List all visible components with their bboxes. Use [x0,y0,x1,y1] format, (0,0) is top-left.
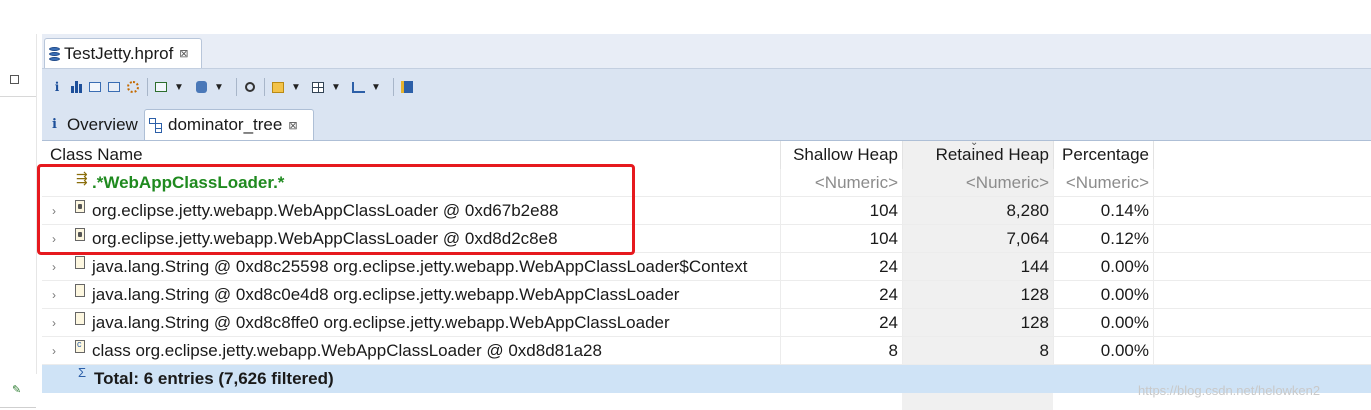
compare-icon[interactable] [400,78,414,96]
expand-chevron-icon[interactable]: › [52,316,56,330]
inner-tab-bar: i Overview dominator_tree ⊠ [42,106,1371,141]
object-icon [75,284,85,297]
percentage-cell: 0.00% [1053,309,1154,336]
retained-heap-cell: 128 [902,309,1053,336]
table-row[interactable]: › java.lang.String @ 0xd8c0e4d8 org.ecli… [42,281,1371,309]
table-row[interactable]: › java.lang.String @ 0xd8c8ffe0 org.ecli… [42,309,1371,337]
percentage-cell: 0.00% [1053,281,1154,308]
left-gutter: ✎ [0,34,37,408]
close-tab-icon[interactable]: ⊠ [179,47,188,60]
class-name-cell: java.lang.String @ 0xd8c0e4d8 org.eclips… [92,284,680,304]
object-icon [75,256,85,269]
dominator-tree-table: Class Name Shallow Heap Retained Heap Pe… [42,137,1371,410]
shallow-heap-cell: 24 [780,281,902,308]
shallow-heap-filter[interactable]: <Numeric> [780,169,902,196]
toolbar: i ▼ ▼ ▼ ▼ ▼ [42,69,1371,105]
calculate-retained-icon[interactable] [311,78,325,96]
sort-descending-icon: ⌄ [970,137,979,148]
gutter-divider [0,96,36,97]
chevron-down-icon[interactable]: ▼ [173,78,185,96]
percentage-cell: 0.00% [1053,337,1154,364]
column-header-percentage[interactable]: Percentage [1053,141,1154,169]
class-name-filter[interactable]: .*WebAppClassLoader.* [92,173,284,193]
table-header: Class Name Shallow Heap Retained Heap Pe… [42,137,1371,169]
table-row[interactable]: › org.eclipse.jetty.webapp.WebAppClassLo… [42,225,1371,253]
editor-tab-bar: TestJetty.hprof ⊠ [42,34,1371,69]
group-by-icon[interactable] [271,78,285,96]
run-report-icon[interactable] [154,78,168,96]
table-row[interactable]: › class org.eclipse.jetty.webapp.WebAppC… [42,337,1371,365]
gutter-bottom-divider [0,407,36,408]
chevron-down-icon[interactable]: ▼ [370,78,382,96]
retained-heap-cell: 144 [902,253,1053,280]
percentage-cell: 0.14% [1053,197,1154,224]
tree-icon [149,118,162,133]
shallow-heap-cell: 8 [780,337,902,364]
toolbar-separator [393,78,394,96]
thread-overview-icon[interactable] [126,78,140,96]
heap-editor: TestJetty.hprof ⊠ i ▼ ▼ ▼ ▼ ▼ i Overview [42,34,1371,410]
watermark: https://blog.csdn.net/helowken2 [1138,383,1321,398]
dominator-tree-icon[interactable] [88,78,102,96]
tab-dominator-tree[interactable]: dominator_tree ⊠ [144,109,314,140]
minimize-icon[interactable] [10,75,19,84]
tab-overview[interactable]: i Overview [46,109,144,140]
shallow-heap-cell: 24 [780,253,902,280]
class-name-cell: java.lang.String @ 0xd8c25598 org.eclips… [92,256,748,276]
table-row[interactable]: › org.eclipse.jetty.webapp.WebAppClassLo… [42,197,1371,225]
column-header-shallow-heap[interactable]: Shallow Heap [780,141,902,169]
retained-heap-filter[interactable]: <Numeric> [902,169,1053,196]
expand-chevron-icon[interactable]: › [52,232,56,246]
retained-heap-cell: 128 [902,281,1053,308]
toolbar-separator [147,78,148,96]
close-tab-icon[interactable]: ⊠ [288,119,297,132]
classloader-icon [75,228,85,241]
object-icon [75,312,85,325]
expand-chevron-icon[interactable]: › [52,344,56,358]
class-name-cell: java.lang.String @ 0xd8c8ffe0 org.eclips… [92,312,670,332]
chevron-down-icon[interactable]: ▼ [330,78,342,96]
shallow-heap-cell: 104 [780,225,902,252]
histogram-icon[interactable] [69,78,83,96]
percentage-filter[interactable]: <Numeric> [1053,169,1154,196]
retained-heap-cell: 8,280 [902,197,1053,224]
oql-icon[interactable] [107,78,121,96]
class-name-cell: org.eclipse.jetty.webapp.WebAppClassLoad… [92,228,558,248]
toolbar-separator [236,78,237,96]
filter-row[interactable]: ⇶ .*WebAppClassLoader.* <Numeric> <Numer… [42,169,1371,197]
total-label: Total: 6 entries (7,626 filtered) [94,368,334,388]
shallow-heap-cell: 24 [780,309,902,336]
tab-label: TestJetty.hprof [64,43,174,63]
info-icon: i [52,117,57,132]
classloader-icon [75,200,85,213]
tab-label: dominator_tree [168,115,283,134]
retained-heap-cell: 8 [902,337,1053,364]
percentage-cell: 0.00% [1053,253,1154,280]
export-icon[interactable] [351,78,365,96]
expand-chevron-icon[interactable]: › [52,260,56,274]
retained-heap-cell: 7,064 [902,225,1053,252]
class-icon [75,339,85,353]
filter-icon: ⇶ [76,170,88,186]
percentage-cell: 0.12% [1053,225,1154,252]
shallow-heap-cell: 104 [780,197,902,224]
expand-chevron-icon[interactable]: › [52,288,56,302]
tab-testjetty-hprof[interactable]: TestJetty.hprof ⊠ [44,38,202,68]
chevron-down-icon[interactable]: ▼ [213,78,225,96]
class-name-cell: class org.eclipse.jetty.webapp.WebAppCla… [92,340,602,360]
query-browser-icon[interactable] [194,78,208,96]
expand-chevron-icon[interactable]: › [52,204,56,218]
class-name-cell: org.eclipse.jetty.webapp.WebAppClassLoad… [92,200,559,220]
info-icon[interactable]: i [50,78,64,96]
search-icon[interactable] [243,78,257,96]
toolbar-separator [264,78,265,96]
table-row[interactable]: › java.lang.String @ 0xd8c25598 org.ecli… [42,253,1371,281]
heap-dump-icon [49,46,60,61]
pin-icon[interactable]: ✎ [12,383,21,396]
sigma-icon: Σ [78,365,87,380]
column-header-class-name[interactable]: Class Name [50,141,780,169]
chevron-down-icon[interactable]: ▼ [290,78,302,96]
tab-label: Overview [66,114,138,134]
